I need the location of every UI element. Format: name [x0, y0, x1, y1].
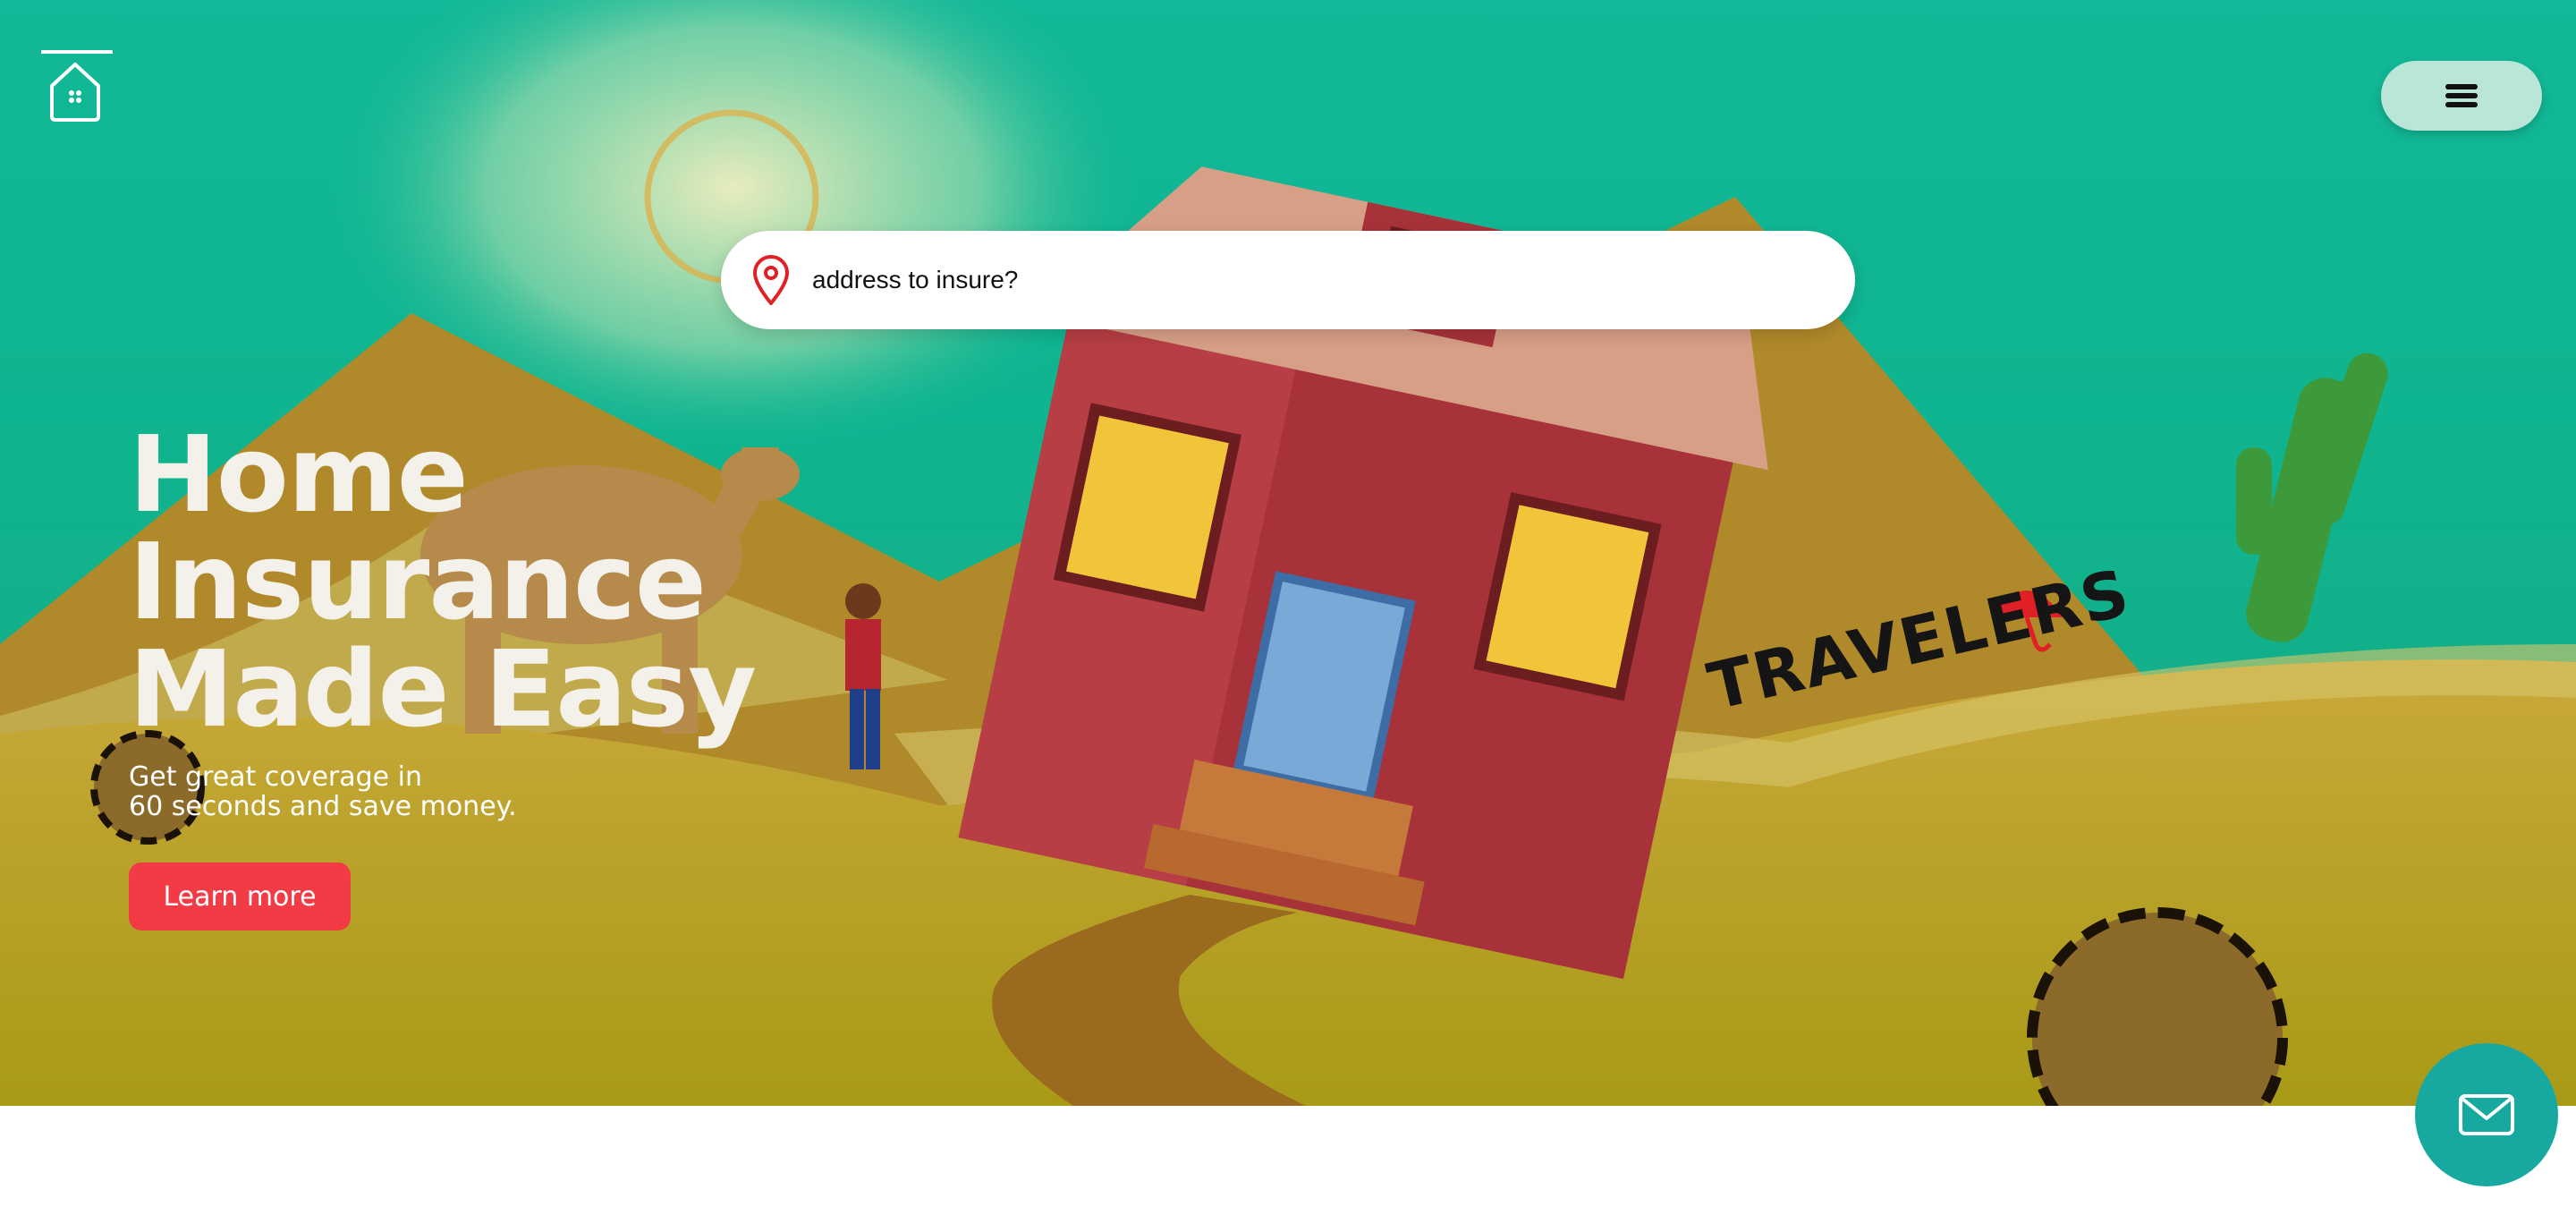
- home-logo[interactable]: [41, 50, 114, 123]
- menu-button[interactable]: [2381, 61, 2542, 131]
- hero-subtext: Get great coverage in 60 seconds and sav…: [129, 762, 517, 821]
- location-pin-icon: [752, 255, 790, 305]
- headline-line-2: Insurance: [129, 520, 707, 643]
- subtext-line-2: 60 seconds and save money.: [129, 791, 517, 822]
- home-icon: [41, 50, 113, 122]
- hero-banner: Home Insurance Made Easy Get great cover…: [0, 0, 2576, 1106]
- envelope-icon: [2459, 1094, 2514, 1135]
- hamburger-menu-icon: [2445, 81, 2478, 111]
- headline-line-1: Home: [129, 412, 469, 536]
- hero-headline: Home Insurance Made Easy: [129, 412, 757, 751]
- contact-mail-button[interactable]: [2415, 1043, 2558, 1186]
- learn-more-button[interactable]: Learn more: [129, 862, 351, 930]
- address-search-input[interactable]: [810, 265, 1798, 295]
- address-search-bar[interactable]: [721, 231, 1855, 329]
- headline-line-3: Made Easy: [129, 627, 757, 751]
- subtext-line-1: Get great coverage in: [129, 761, 423, 793]
